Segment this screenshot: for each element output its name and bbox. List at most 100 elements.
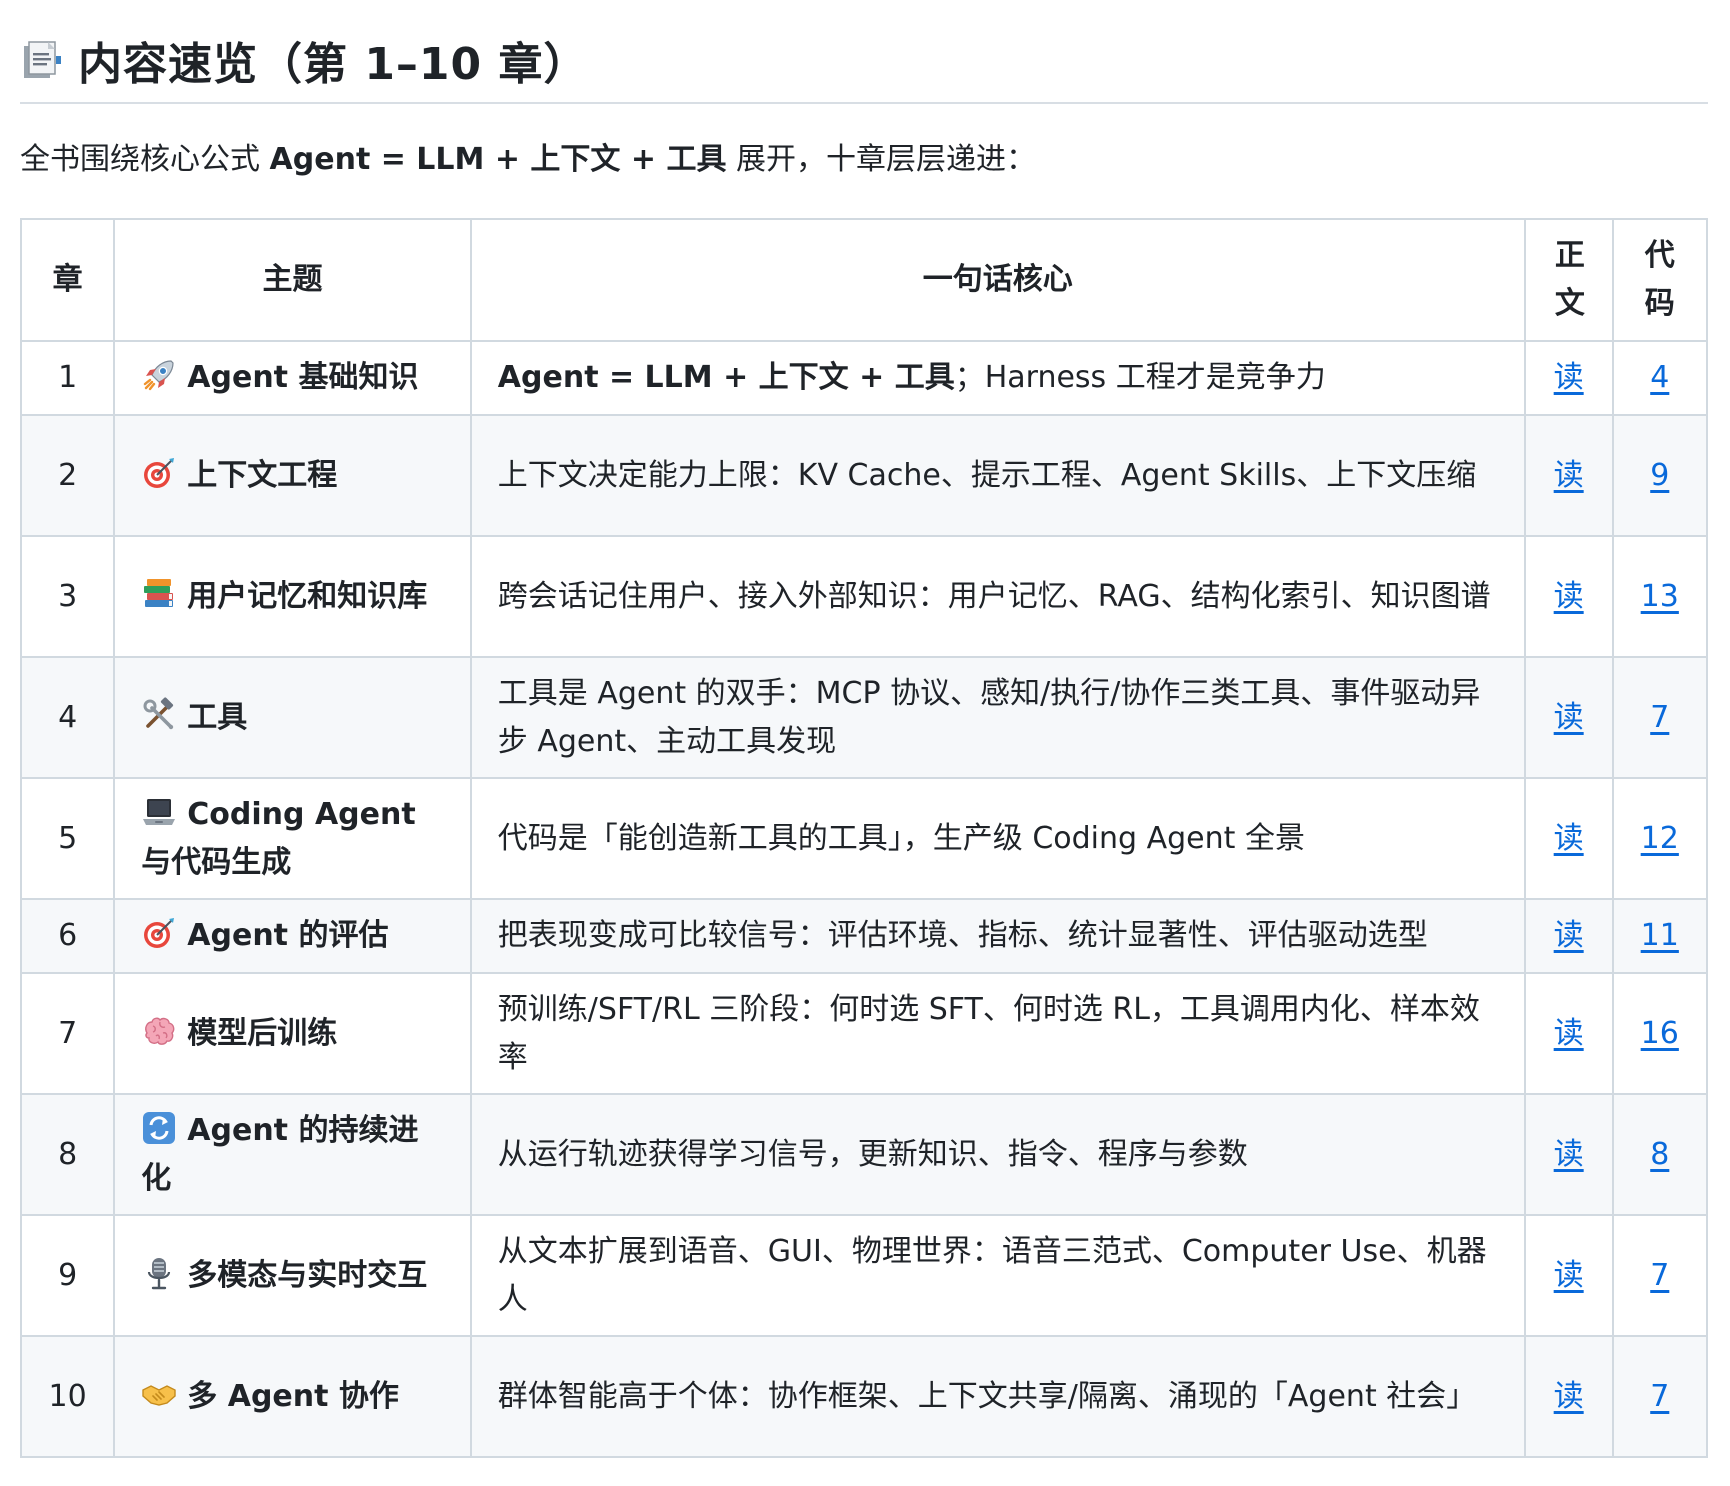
- chapter-topic-text: 上下文工程: [187, 457, 338, 493]
- chapter-core-formula: Agent = LLM + 上下文 + 工具: [497, 360, 955, 395]
- read-cell: 读: [1523, 535, 1614, 658]
- table-row: 1 Agent 基础知识 Agent = LLM + 上下文 + 工具；Harnes…: [19, 340, 1709, 416]
- header-code: 代码: [1611, 218, 1709, 342]
- read-link[interactable]: 读: [1554, 1016, 1584, 1051]
- intro-formula: Agent = LLM + 上下文 + 工具: [269, 142, 727, 177]
- table-row: 9 多模态与实时交互 从文本扩展到语音、GUI、物理世界：语音三范式、Compute…: [19, 1214, 1709, 1337]
- chapter-topic-text: Agent 的持续进化: [141, 1112, 419, 1196]
- header-text-label: 正文: [1554, 238, 1585, 321]
- chapter-core-text: 代码是「能创造新工具的工具」，生产级 Coding Agent 全景: [497, 820, 1305, 856]
- chapter-topic: 多 Agent 协作: [113, 1335, 472, 1458]
- code-link[interactable]: 8: [1650, 1137, 1669, 1172]
- code-cell: 4: [1611, 340, 1709, 416]
- code-link[interactable]: 16: [1641, 1016, 1679, 1051]
- read-link[interactable]: 读: [1554, 458, 1584, 493]
- code-link[interactable]: 11: [1641, 918, 1679, 953]
- chapter-core-text: ；Harness 工程才是竞争力: [954, 360, 1326, 395]
- table-row: 2 上下文工程 上下文决定能力上限：KV Cache、提示工程、Agent Skil…: [19, 414, 1709, 537]
- chapter-core: 跨会话记住用户、接入外部知识：用户记忆、RAG、结构化索引、知识图谱: [469, 535, 1526, 658]
- code-link[interactable]: 7: [1650, 700, 1669, 735]
- chapter-number-text: 10: [48, 1378, 87, 1414]
- page-facing-up-icon: [20, 38, 64, 82]
- chapter-core: 把表现变成可比较信号：评估环境、指标、统计显著性、评估驱动选型: [469, 898, 1526, 974]
- hammer-and-wrench-icon: [141, 696, 177, 733]
- chapter-topic: 工具: [113, 656, 472, 779]
- chapter-number-text: 8: [58, 1136, 78, 1172]
- code-cell: 11: [1611, 898, 1709, 974]
- chapter-number-text: 2: [58, 457, 78, 493]
- table-row: 6 Agent 的评估 把表现变成可比较信号：评估环境、指标、统计显著性、评估驱动选…: [19, 898, 1709, 974]
- chapter-number: 2: [19, 414, 116, 537]
- chapter-number-text: 3: [58, 578, 78, 614]
- chapter-core-text: 从运行轨迹获得学习信号，更新知识、指令、程序与参数: [497, 1136, 1248, 1172]
- read-link[interactable]: 读: [1554, 918, 1584, 953]
- read-link[interactable]: 读: [1554, 1258, 1584, 1293]
- code-cell: 7: [1611, 656, 1709, 779]
- chapter-core: 预训练/SFT/RL 三阶段：何时选 SFT、何时选 RL，工具调用内化、样本效…: [469, 972, 1526, 1095]
- code-cell: 12: [1611, 777, 1709, 900]
- chapter-core: 代码是「能创造新工具的工具」，生产级 Coding Agent 全景: [469, 777, 1526, 900]
- read-link[interactable]: 读: [1554, 700, 1584, 735]
- chapter-core-text: 把表现变成可比较信号：评估环境、指标、统计显著性、评估驱动选型: [497, 918, 1428, 953]
- header-code-label: 代码: [1644, 238, 1675, 321]
- handshake-icon: [141, 1376, 177, 1412]
- code-cell: 7: [1611, 1214, 1709, 1337]
- read-link[interactable]: 读: [1554, 1137, 1584, 1172]
- table-row: 8 Agent 的持续进化 从运行轨迹获得学习信号，更新知识、指令、程序与参数 读 8: [19, 1093, 1709, 1216]
- section-heading: 内容速览（第 1–10 章）: [20, 24, 1708, 104]
- header-topic: 主题: [113, 218, 472, 342]
- code-link[interactable]: 4: [1650, 360, 1669, 395]
- read-cell: 读: [1523, 898, 1614, 974]
- code-link[interactable]: 9: [1650, 458, 1669, 493]
- page-title: 内容速览（第 1–10 章）: [78, 39, 589, 90]
- code-link[interactable]: 13: [1641, 579, 1679, 614]
- rocket-icon: [141, 357, 177, 393]
- code-link[interactable]: 7: [1650, 1258, 1669, 1293]
- read-link[interactable]: 读: [1554, 579, 1584, 614]
- chapter-number-text: 1: [58, 360, 78, 395]
- table-row: 4 工具 工具是 Agent 的双手：MCP 协议、感知/执行/协作三类工具、事件驱…: [19, 656, 1709, 779]
- laptop-icon: [141, 794, 177, 830]
- direct-hit-icon: [141, 455, 177, 491]
- chapter-topic-text: 多 Agent 协作: [187, 1378, 399, 1414]
- read-link[interactable]: 读: [1554, 360, 1584, 395]
- chapter-topic-text: 用户记忆和知识库: [187, 578, 428, 614]
- read-link[interactable]: 读: [1554, 821, 1584, 856]
- read-cell: 读: [1523, 656, 1614, 779]
- chapters-table: 章 主题 一句话核心 正文 代码 1 Agent 基础知识 Agent = LLM …: [19, 218, 1709, 1458]
- chapter-topic: Agent 的持续进化: [113, 1093, 472, 1216]
- intro-suffix: 展开，十章层层递进：: [726, 142, 1036, 177]
- chapter-number-text: 6: [58, 918, 78, 953]
- arrows-cycle-icon: [141, 1110, 177, 1146]
- chapter-core-text: 预训练/SFT/RL 三阶段：何时选 SFT、何时选 RL，工具调用内化、样本效…: [497, 991, 1480, 1075]
- chapter-topic: Agent 基础知识: [113, 340, 472, 416]
- read-cell: 读: [1523, 1214, 1614, 1337]
- chapter-topic: 多模态与实时交互: [113, 1214, 472, 1337]
- chapter-topic-text: Agent 的评估: [187, 918, 389, 953]
- chapter-number-text: 7: [58, 1015, 78, 1051]
- chapter-topic-text: 多模态与实时交互: [187, 1257, 428, 1293]
- chapter-core: 群体智能高于个体：协作框架、上下文共享/隔离、涌现的「Agent 社会」: [469, 1335, 1526, 1458]
- chapter-topic: 模型后训练: [113, 972, 472, 1095]
- chapter-topic-text: 工具: [187, 699, 248, 735]
- read-cell: 读: [1523, 1335, 1614, 1458]
- chapter-number-text: 9: [58, 1257, 78, 1293]
- chapter-number-text: 5: [58, 820, 78, 856]
- code-link[interactable]: 12: [1641, 821, 1679, 856]
- read-cell: 读: [1523, 414, 1614, 537]
- chapter-topic-text: Coding Agent 与代码生成: [141, 796, 416, 880]
- chapter-core-text: 从文本扩展到语音、GUI、物理世界：语音三范式、Computer Use、机器人: [497, 1233, 1487, 1317]
- chapter-number: 6: [19, 898, 116, 974]
- code-cell: 8: [1611, 1093, 1709, 1216]
- microphone-icon: [141, 1255, 177, 1291]
- table-header-row: 章 主题 一句话核心 正文 代码: [19, 218, 1709, 342]
- code-link[interactable]: 7: [1650, 1379, 1669, 1414]
- header-text: 正文: [1523, 218, 1614, 342]
- read-link[interactable]: 读: [1554, 1379, 1584, 1414]
- chapter-core: 从运行轨迹获得学习信号，更新知识、指令、程序与参数: [469, 1093, 1526, 1216]
- chapter-topic-text: 模型后训练: [187, 1015, 338, 1051]
- table-row: 7 模型后训练 预训练/SFT/RL 三阶段：何时选 SFT、何时选 RL，工具调用…: [19, 972, 1709, 1095]
- chapter-number: 3: [19, 535, 116, 658]
- table-row: 3 用户记忆和知识库 跨会话记住用户、接入外部知识：用户记忆、RAG、结构化索引、知…: [19, 535, 1709, 658]
- header-core: 一句话核心: [469, 218, 1526, 342]
